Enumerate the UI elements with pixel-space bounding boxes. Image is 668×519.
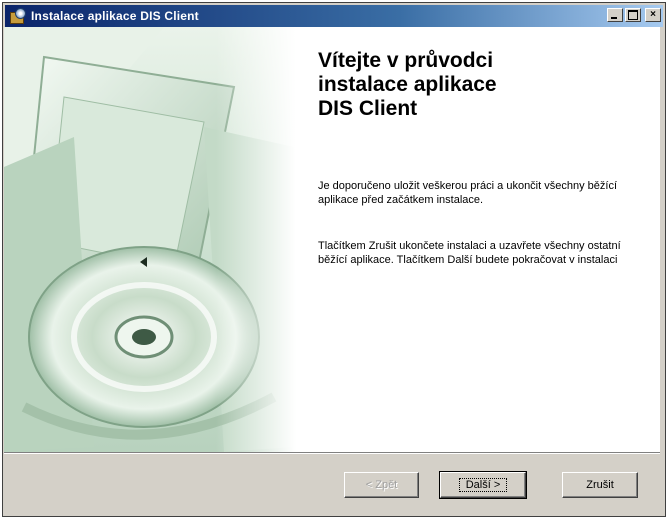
instruction-paragraph-1: Je doporučeno uložit veškerou práci a uk…	[318, 180, 617, 206]
cancel-button[interactable]: Zrušit	[562, 472, 638, 498]
decorative-arrow-icon	[140, 257, 147, 267]
minimize-button[interactable]	[607, 8, 623, 22]
close-button[interactable]: ×	[645, 8, 661, 22]
maximize-button[interactable]	[625, 8, 641, 22]
instruction-paragraph-2: Tlačítkem Zrušit ukončete instalaci a uz…	[318, 240, 621, 266]
title-bar[interactable]: Instalace aplikace DIS Client ×	[5, 5, 663, 27]
wizard-banner-image	[4, 27, 296, 452]
installer-app-icon	[9, 8, 26, 24]
button-bar-divider	[4, 452, 660, 454]
window-title: Instalace aplikace DIS Client	[31, 9, 199, 23]
window-controls: ×	[607, 8, 661, 22]
wizard-content: Vítejte v průvodci instalace aplikace DI…	[4, 27, 660, 452]
next-button[interactable]: Další >	[439, 471, 527, 499]
back-button[interactable]: < Zpět	[344, 472, 419, 498]
welcome-heading: Vítejte v průvodci instalace aplikace DI…	[318, 49, 497, 120]
next-button-label: Další >	[458, 478, 508, 492]
